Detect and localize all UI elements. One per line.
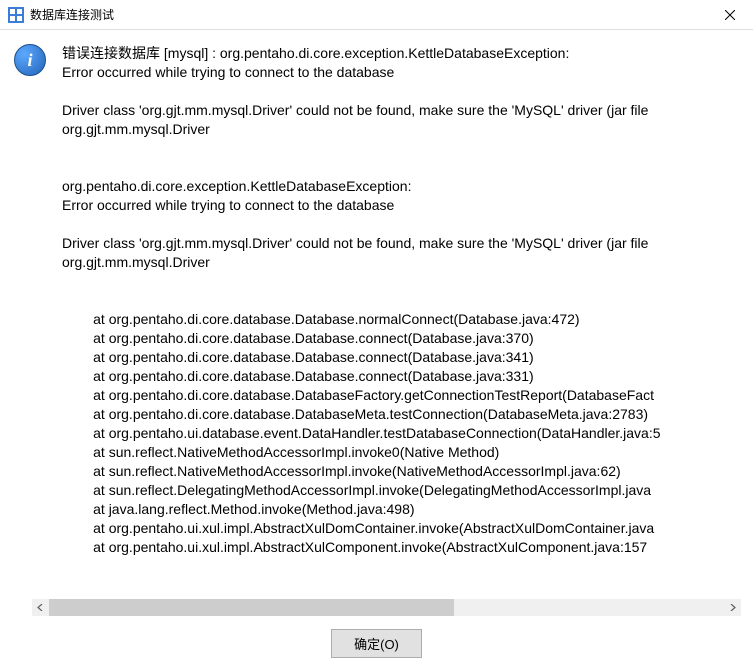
button-bar: 确定(O): [0, 629, 753, 658]
error-message-text[interactable]: 错误连接数据库 [mysql] : org.pentaho.di.core.ex…: [62, 44, 753, 604]
scrollbar-track[interactable]: [49, 599, 724, 616]
info-icon: i: [14, 44, 46, 76]
scroll-left-button[interactable]: [32, 599, 49, 616]
close-button[interactable]: [715, 0, 745, 30]
horizontal-scrollbar[interactable]: [32, 599, 741, 616]
scroll-right-button[interactable]: [724, 599, 741, 616]
message-column: 错误连接数据库 [mysql] : org.pentaho.di.core.ex…: [62, 44, 753, 610]
content-area: i 错误连接数据库 [mysql] : org.pentaho.di.core.…: [0, 30, 753, 610]
window-title: 数据库连接测试: [30, 6, 715, 23]
scrollbar-thumb[interactable]: [49, 599, 454, 616]
ok-button[interactable]: 确定(O): [331, 629, 422, 658]
titlebar: 数据库连接测试: [0, 0, 753, 30]
info-icon-column: i: [14, 44, 62, 610]
app-icon: [8, 7, 24, 23]
